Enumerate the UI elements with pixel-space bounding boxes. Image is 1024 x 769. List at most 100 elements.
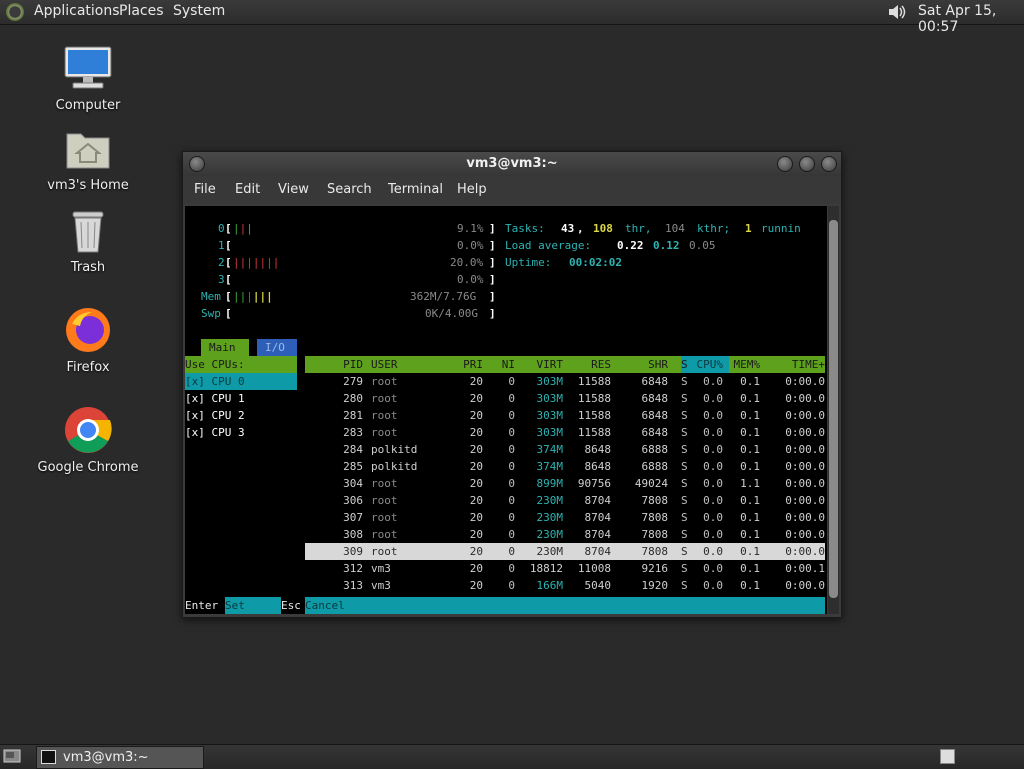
desktop-icon-trash[interactable]: Trash [28,208,148,275]
process-cell: 0:00.0 [785,375,825,388]
load-label: Load average: [505,239,592,252]
window-titlebar[interactable]: vm3@vm3:~ [183,152,841,176]
process-cell: 0:00.0 [785,443,825,456]
close-icon[interactable] [821,156,837,172]
process-cell: 0:00.0 [785,477,825,490]
process-cell: 0:00.0 [785,392,825,405]
workspace-switcher[interactable] [940,749,955,764]
clock[interactable]: Sat Apr 15, 00:57 [918,3,1024,35]
footer-key-enter[interactable]: Enter [185,597,225,614]
process-cell: 285 [343,460,363,473]
top-panel: Applications Places System Sat Apr 15, 0… [0,0,1024,35]
taskbar-button-label: vm3@vm3:~ [63,750,149,765]
comma: , [577,222,584,235]
footer-action-set[interactable]: Set [225,597,281,614]
process-cell: 304 [343,477,363,490]
process-cell: vm3 [371,562,391,575]
cpu-pct: 20.0% [450,256,484,269]
tab-io[interactable]: I/O [257,339,297,356]
process-cell: root [371,494,398,507]
kthr-label: kthr; [697,222,731,235]
process-cell: 0:00.0 [785,545,825,558]
menubar: File Edit View Search Terminal Help [183,176,841,204]
firefox-icon [66,308,110,352]
mem-bar: |||||| [233,290,273,303]
cpu-label: 2 [218,256,225,269]
volume-icon[interactable] [886,3,908,21]
cpu-label: 1 [218,239,225,252]
maximize-icon[interactable] [799,156,815,172]
mem-value: 362M/7.76G [410,290,477,303]
desktop-icon-firefox[interactable]: Firefox [28,306,148,375]
desktop-icon-label: Computer [55,98,121,113]
bracket: ] [489,256,496,269]
menu-view[interactable]: View [278,182,309,197]
process-cell: root [371,409,398,422]
desktop-icon-label: Firefox [66,360,110,375]
menu-help[interactable]: Help [457,182,487,197]
process-cell: 279 [343,375,363,388]
minimize-icon[interactable] [777,156,793,172]
bracket: ] [489,290,496,303]
process-cell: 0:00.0 [785,579,825,592]
process-cell: 283 [343,426,363,439]
cpu-bar: ||||||| [233,256,280,269]
process-cell: root [371,511,398,524]
places-menu[interactable]: Places [119,3,164,19]
footer-key-esc[interactable]: Esc [281,597,305,614]
taskbar-terminal-button[interactable]: vm3@vm3:~ [36,746,204,769]
tab-main[interactable]: Main [201,339,249,356]
process-cell: 280 [343,392,363,405]
scrollbar-thumb[interactable] [829,220,838,598]
process-cell: 0:00.1 [785,562,825,575]
column-header: USER [371,358,398,371]
terminal-scrollbar[interactable] [828,206,839,614]
home-folder-icon [66,133,110,169]
desktop-icon-computer[interactable]: Computer [28,44,148,113]
cpu-pct: 0.0% [457,239,484,252]
menu-file[interactable]: File [194,182,216,197]
distro-logo-icon[interactable] [6,3,24,21]
load-5: 0.12 [653,239,680,252]
window-menu-icon[interactable] [189,156,205,172]
side-header: Use CPUs: [185,356,297,373]
process-cell: 308 [343,528,363,541]
process-cell: 0:00.0 [785,460,825,473]
window-title: vm3@vm3:~ [466,156,558,171]
desktop-icon-label: vm3's Home [47,178,129,193]
desktop-icon-chrome[interactable]: Google Chrome [28,406,148,475]
kthr-count: 104 [665,222,685,235]
show-desktop-icon[interactable] [3,748,21,764]
side-item-cpu0[interactable]: [x] CPU 0 [185,373,297,390]
side-item-cpu3[interactable]: [x] CPU 3 [185,424,245,441]
computer-icon [64,46,112,89]
bracket: [ [225,290,232,303]
cpu-label: 3 [218,273,225,286]
side-item-cpu1[interactable]: [x] CPU 1 [185,390,245,407]
menu-search[interactable]: Search [327,182,372,197]
terminal-content[interactable]: 0 [ ||| 9.1% ] 1 [ 0.0% ] 2 [ ||||||| 20… [185,206,827,614]
system-menu[interactable]: System [173,3,225,19]
column-header: PID [343,358,363,371]
applications-menu[interactable]: Applications [34,3,120,19]
bracket: [ [225,307,232,320]
desktop-icon-label: Google Chrome [37,460,139,475]
swp-value: 0K/4.00G [425,307,478,320]
bracket: ] [489,307,496,320]
bracket: ] [489,239,496,252]
load-15: 0.05 [689,239,716,252]
menu-edit[interactable]: Edit [235,182,260,197]
bracket: [ [225,256,232,269]
mem-label: Mem [201,290,221,303]
process-cell: 0:00.0 [785,409,825,422]
cpu-pct: 9.1% [457,222,484,235]
process-cell: root [371,375,398,388]
bracket: [ [225,239,232,252]
desktop-icon-home[interactable]: vm3's Home [28,126,148,193]
chrome-icon [65,407,112,453]
process-cell: 0:00.0 [785,528,825,541]
process-cell: 306 [343,494,363,507]
menu-terminal[interactable]: Terminal [388,182,443,197]
footer-action-cancel[interactable]: Cancel [305,597,345,614]
side-item-cpu2[interactable]: [x] CPU 2 [185,407,245,424]
